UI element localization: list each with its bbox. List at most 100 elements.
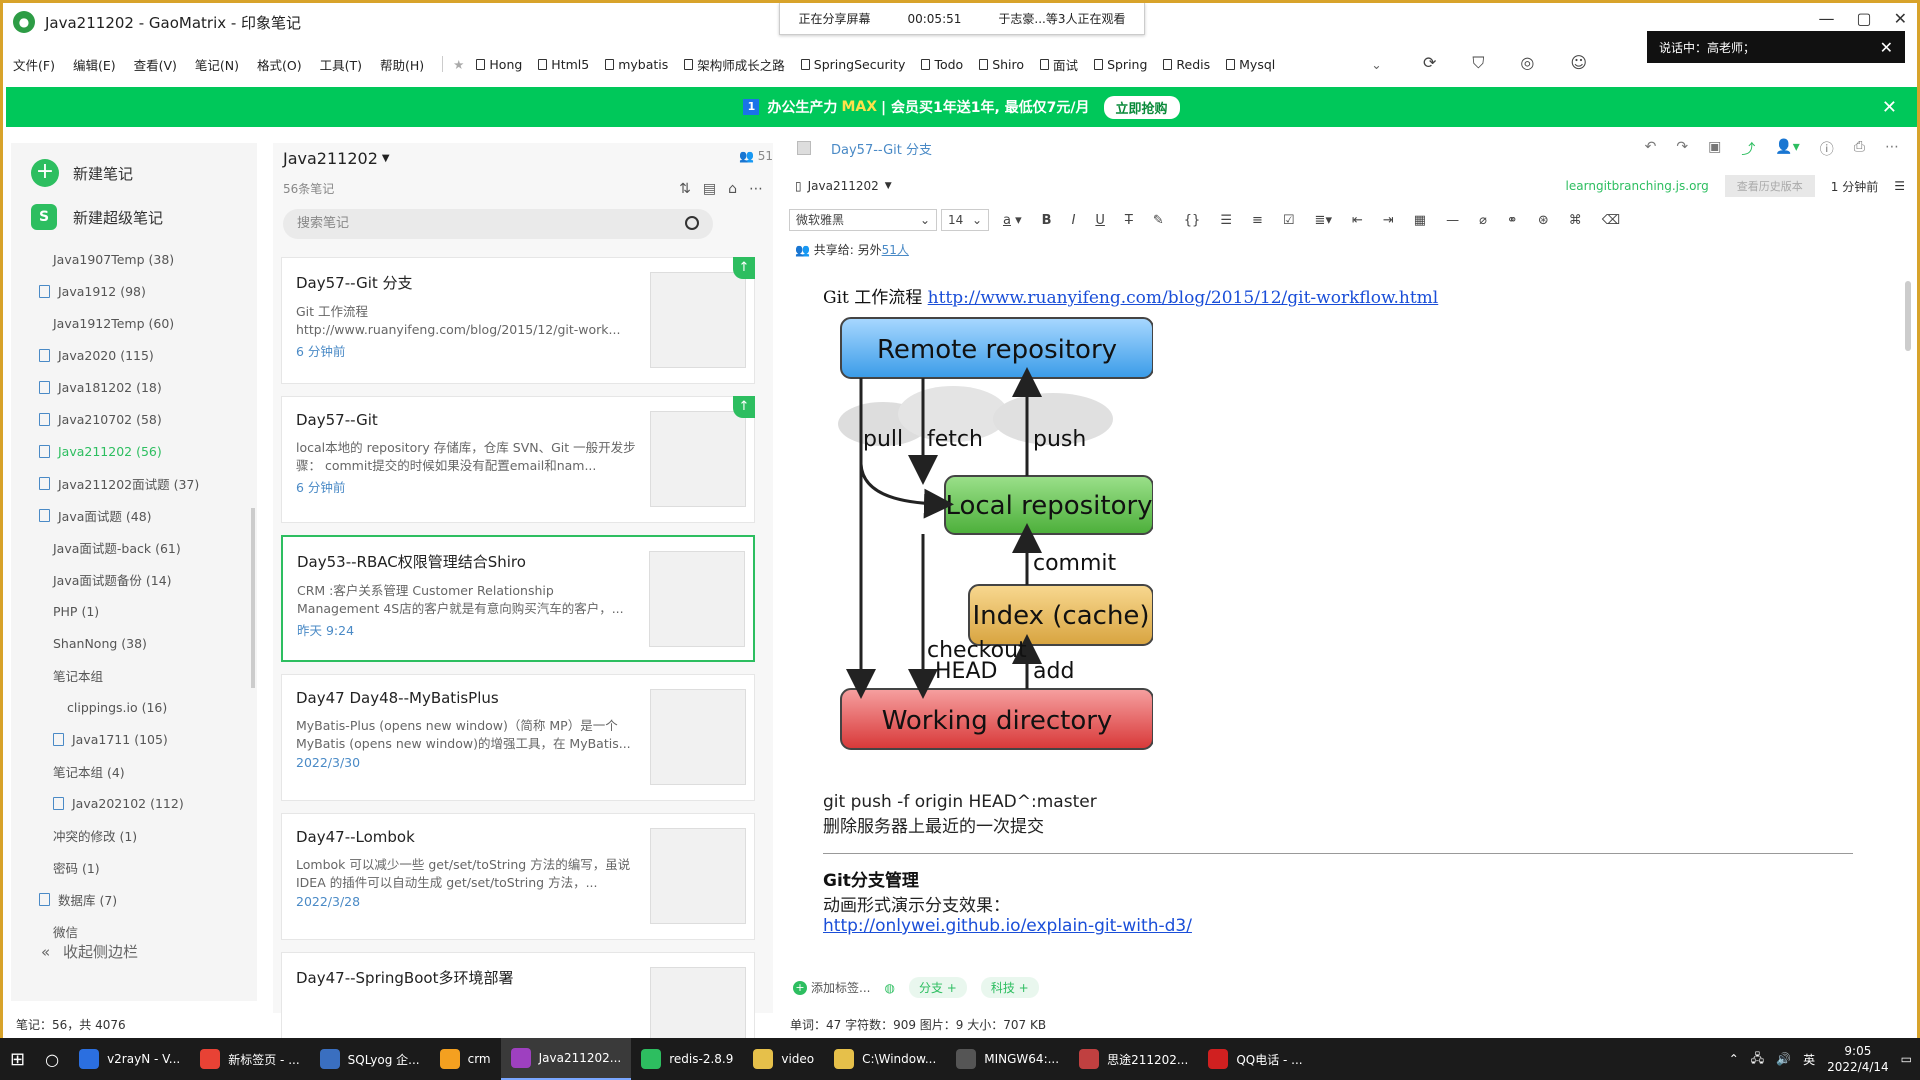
present-icon[interactable]: ▣: [1708, 139, 1721, 159]
notebook-selector[interactable]: Java211202 ▼: [273, 143, 773, 173]
screen-share-bar[interactable]: 正在分享屏幕 00:05:51 于志豪...等3人正在观看: [779, 3, 1145, 35]
sidebar-notebook-item[interactable]: 笔记本组: [11, 659, 257, 691]
activity-icon[interactable]: ◎: [1520, 53, 1534, 73]
italic-icon[interactable]: I: [1072, 213, 1076, 228]
divider-icon[interactable]: —: [1446, 213, 1459, 228]
print-icon[interactable]: ⎙: [1854, 139, 1865, 159]
note-title[interactable]: Day57--Git 分支: [831, 139, 932, 158]
taskbar-app[interactable]: Java211202...: [500, 1038, 632, 1080]
menu-edit[interactable]: 编辑(E): [73, 55, 116, 74]
taskbar-app[interactable]: 思途211202...: [1069, 1038, 1198, 1080]
shortcut-interview[interactable]: 面试: [1040, 55, 1078, 74]
search-input[interactable]: 搜索笔记: [283, 209, 713, 239]
close-banner-icon[interactable]: ✕: [1882, 97, 1897, 118]
sidebar-notebook-item[interactable]: Java210702 (58): [11, 403, 257, 435]
sidebar-notebook-item[interactable]: Java面试题 (48): [11, 499, 257, 531]
sidebar-notebook-item[interactable]: Java1711 (105): [11, 723, 257, 755]
taskbar-app[interactable]: 新标签页 - ...: [190, 1038, 309, 1080]
view-toggle-icon[interactable]: ▤: [703, 181, 716, 197]
share-people-icon[interactable]: 👤▾: [1775, 139, 1799, 159]
shortcut-todo[interactable]: Todo: [921, 57, 963, 72]
note-card[interactable]: Day47--Lombok Lombok 可以减少一些 get/set/toStr…: [281, 813, 755, 940]
encrypt-icon[interactable]: ⊛: [1538, 213, 1549, 228]
add-tag-button[interactable]: + 添加标签...: [793, 979, 870, 996]
note-notebook-selector[interactable]: ▯ Java211202 ▼: [795, 179, 892, 193]
outline-icon[interactable]: ☰: [1894, 179, 1905, 193]
shortcut-shiro[interactable]: Shiro: [979, 57, 1024, 72]
clock[interactable]: 9:05 2022/4/14: [1827, 1043, 1889, 1075]
tray-chevron-icon[interactable]: ⌃: [1729, 1052, 1739, 1066]
sidebar-notebook-item[interactable]: Java2020 (115): [11, 339, 257, 371]
taskbar-app[interactable]: crm: [430, 1038, 501, 1080]
numbered-list-icon[interactable]: ≡: [1252, 213, 1263, 228]
shortcut-mysql[interactable]: Mysql: [1226, 57, 1275, 72]
close-window-icon[interactable]: ✕: [1894, 9, 1907, 28]
sidebar-notebook-item[interactable]: Java1912Temp (60): [11, 307, 257, 339]
sidebar-notebook-item[interactable]: clippings.io (16): [11, 691, 257, 723]
editor-scrollbar[interactable]: [1905, 281, 1911, 351]
new-super-note-button[interactable]: S 新建超级笔记: [11, 195, 257, 239]
checkbox-icon[interactable]: ☑: [1283, 213, 1295, 228]
outdent-icon[interactable]: ⇤: [1352, 213, 1363, 228]
text-color-icon[interactable]: a ▾: [1003, 213, 1022, 228]
network-icon[interactable]: 🖧: [1751, 1049, 1764, 1070]
sidebar-scrollbar[interactable]: [251, 508, 255, 688]
reminder-icon[interactable]: ⌂: [728, 181, 737, 197]
underline-icon[interactable]: U: [1095, 213, 1105, 228]
maximize-icon[interactable]: ▢: [1856, 9, 1871, 28]
notification-icon[interactable]: ▭: [1901, 1052, 1912, 1066]
taskbar-app[interactable]: SQLyog 企...: [310, 1038, 430, 1080]
sync-icon[interactable]: ⟳: [1423, 53, 1436, 73]
new-note-button[interactable]: + 新建笔记: [11, 151, 257, 195]
shared-users[interactable]: 👥 51: [739, 149, 773, 163]
erase-format-icon[interactable]: ⌫: [1602, 213, 1620, 228]
taskbar-app[interactable]: QQ电话 - ...: [1198, 1038, 1312, 1080]
taskbar-app[interactable]: MINGW64:...: [946, 1038, 1069, 1080]
shortcut-springsecurity[interactable]: SpringSecurity: [800, 57, 905, 72]
code-icon[interactable]: {}: [1184, 213, 1201, 228]
start-button[interactable]: ⊞: [0, 1038, 35, 1080]
bold-icon[interactable]: B: [1042, 213, 1052, 228]
ime-lang[interactable]: 英: [1803, 1051, 1815, 1068]
sidebar-notebook-item[interactable]: Java181202 (18): [11, 371, 257, 403]
undo-icon[interactable]: ↶: [1645, 139, 1657, 159]
taskbar-app[interactable]: C:\Window...: [824, 1038, 946, 1080]
share-icon[interactable]: ⤴: [1741, 139, 1755, 159]
taskbar-app[interactable]: video: [743, 1038, 824, 1080]
menu-format[interactable]: 格式(O): [257, 55, 302, 74]
note-card[interactable]: Day47 Day48--MyBatisPlus MyBatis-Plus (op…: [281, 674, 755, 801]
sidebar-notebook-item[interactable]: Java面试题备份 (14): [11, 563, 257, 595]
more-options-icon[interactable]: ⋯: [749, 181, 763, 197]
shortcut-key-icon[interactable]: ⌘: [1569, 213, 1582, 228]
workflow-link[interactable]: http://www.ruanyifeng.com/blog/2015/12/g…: [928, 288, 1439, 308]
size-select[interactable]: 14 ⌄: [941, 209, 989, 231]
strikethrough-icon[interactable]: T: [1125, 213, 1133, 228]
star-icon[interactable]: ★: [453, 57, 464, 72]
pin-icon[interactable]: ↑: [733, 396, 755, 418]
menu-help[interactable]: 帮助(H): [380, 55, 424, 74]
volume-icon[interactable]: 🔊: [1776, 1052, 1791, 1066]
shortcut-html5[interactable]: Html5: [538, 57, 589, 72]
attachment-icon[interactable]: ⌀: [1479, 213, 1487, 228]
sort-icon[interactable]: ⇅: [679, 181, 691, 197]
taskbar-app[interactable]: redis-2.8.9: [631, 1038, 743, 1080]
shared-count-link[interactable]: 51人: [882, 243, 909, 257]
history-button[interactable]: 查看历史版本: [1724, 175, 1815, 197]
menu-file[interactable]: 文件(F): [13, 55, 55, 74]
search-icon[interactable]: [685, 216, 699, 230]
align-icon[interactable]: ≣▾: [1315, 213, 1332, 228]
shortcut-spring[interactable]: Spring: [1094, 57, 1147, 72]
minimize-icon[interactable]: —: [1818, 9, 1834, 28]
shortcut-hong[interactable]: Hong: [476, 57, 522, 72]
buy-now-button[interactable]: 立即抢购: [1103, 95, 1180, 119]
tag-icon[interactable]: ◍: [884, 981, 894, 995]
more-shortcuts-icon[interactable]: ⌄: [1371, 57, 1381, 72]
note-card[interactable]: Day57--Git 分支 Git 工作流程 http://www.ruanyif…: [281, 257, 755, 384]
pin-icon[interactable]: ↑: [733, 257, 755, 279]
sidebar-notebook-item[interactable]: 数据库 (7): [11, 883, 257, 915]
search-button[interactable]: ○: [35, 1038, 69, 1080]
more-icon[interactable]: ⋯: [1885, 139, 1899, 159]
note-content[interactable]: Git 工作流程 http://www.ruanyifeng.com/blog/…: [823, 283, 1883, 943]
shortcut-redis[interactable]: Redis: [1163, 57, 1210, 72]
shield-icon[interactable]: ⛉: [1472, 53, 1484, 73]
